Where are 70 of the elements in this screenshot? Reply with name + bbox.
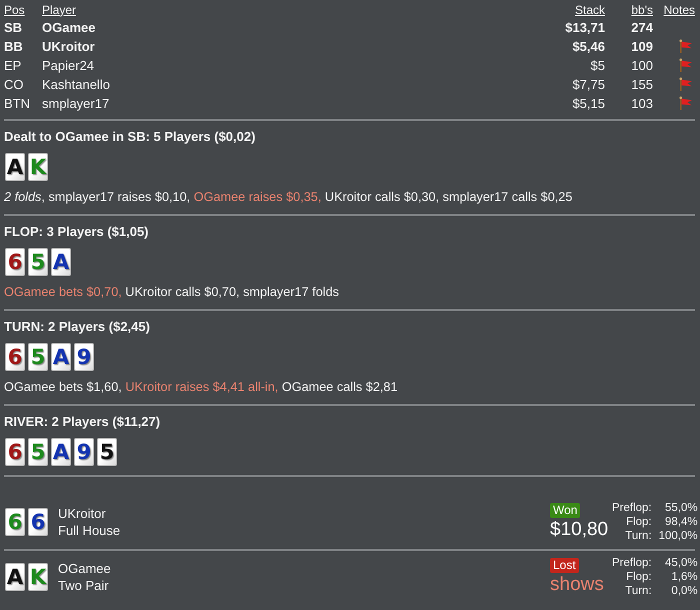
player-name: OGamee xyxy=(58,560,111,577)
result-badge: Lost xyxy=(550,558,579,573)
playing-card: K xyxy=(28,563,48,591)
action-summary: OGamee bets $0,70, UKroitor calls $0,70, smplayer17 folds xyxy=(4,284,340,300)
big-blinds-cell: 100 xyxy=(631,57,653,74)
equity-value: 45,0% xyxy=(665,556,698,570)
playing-card: 6 xyxy=(5,343,25,371)
big-blinds-cell: 155 xyxy=(631,76,653,93)
playing-card: A xyxy=(5,153,25,181)
column-header[interactable]: Player xyxy=(42,2,76,18)
playing-card: 6 xyxy=(5,248,25,276)
stack-cell: $5,46 xyxy=(572,38,605,55)
hand-name: Two Pair xyxy=(58,577,109,594)
column-header[interactable]: bb's xyxy=(631,2,653,18)
position-cell: BTN xyxy=(4,95,30,112)
stack-cell: $5 xyxy=(590,57,605,74)
big-blinds-cell: 109 xyxy=(631,38,653,55)
stack-cell: $5,15 xyxy=(572,95,605,112)
column-header[interactable]: Pos xyxy=(4,2,25,18)
playing-card: 6 xyxy=(5,508,25,536)
playing-card: A xyxy=(51,248,71,276)
player-name: UKroitor xyxy=(58,505,106,522)
position-cell: EP xyxy=(4,57,22,74)
player-name: Papier24 xyxy=(42,57,94,74)
player-name: OGamee xyxy=(42,19,96,36)
playing-card: 5 xyxy=(97,438,117,466)
player-name: UKroitor xyxy=(42,38,95,55)
position-cell: BB xyxy=(4,38,23,55)
equity-label: Flop: xyxy=(626,570,652,584)
playing-card: 5 xyxy=(28,343,48,371)
playing-card: 6 xyxy=(28,508,48,536)
stack-cell: $7,75 xyxy=(572,76,605,93)
playing-card: A xyxy=(51,343,71,371)
equity-value: 1,6% xyxy=(671,570,698,584)
playing-card: 9 xyxy=(74,438,94,466)
street-heading: FLOP: 3 Players ($1,05) xyxy=(4,224,150,240)
equity-label: Flop: xyxy=(626,515,652,529)
column-header[interactable]: Notes xyxy=(664,2,695,18)
player-name: Kashtanello xyxy=(42,76,110,93)
action-summary: OGamee bets $1,60, UKroitor raises $4,41 all-in, OGamee calls $2,81 xyxy=(4,379,399,395)
big-blinds-cell: 103 xyxy=(631,95,653,112)
street-heading: RIVER: 2 Players ($11,27) xyxy=(4,414,162,430)
outcome-text: $10,80 xyxy=(550,519,608,541)
equity-value: 98,4% xyxy=(665,515,698,529)
equity-value: 100,0% xyxy=(658,529,698,543)
result-badge: Won xyxy=(550,503,580,518)
hand-name: Full House xyxy=(58,522,120,539)
playing-card: 5 xyxy=(28,438,48,466)
playing-card: A xyxy=(51,438,71,466)
action-summary: 2 folds, smplayer17 raises $0,10, OGamee raises $0,35, UKroitor calls $0,30, smplayer17 calls $0,25 xyxy=(4,189,574,205)
equity-value: 0,0% xyxy=(671,584,698,598)
playing-card: 5 xyxy=(28,248,48,276)
equity-label: Turn: xyxy=(625,529,652,543)
stack-cell: $13,71 xyxy=(565,19,605,36)
equity-label: Preflop: xyxy=(612,501,652,515)
outcome-text: shows xyxy=(550,574,604,596)
big-blinds-cell: 274 xyxy=(631,19,653,36)
position-cell: SB xyxy=(4,19,22,36)
street-heading: Dealt to OGamee in SB: 5 Players ($0,02) xyxy=(4,129,256,145)
player-name: smplayer17 xyxy=(42,95,110,112)
playing-card: A xyxy=(5,563,25,591)
playing-card: K xyxy=(28,153,48,181)
equity-label: Turn: xyxy=(625,584,652,598)
position-cell: CO xyxy=(4,76,24,93)
equity-label: Preflop: xyxy=(612,556,652,570)
playing-card: 9 xyxy=(74,343,94,371)
equity-value: 55,0% xyxy=(665,501,698,515)
playing-card: 6 xyxy=(5,438,25,466)
column-header[interactable]: Stack xyxy=(574,2,605,18)
street-heading: TURN: 2 Players ($2,45) xyxy=(4,319,151,335)
